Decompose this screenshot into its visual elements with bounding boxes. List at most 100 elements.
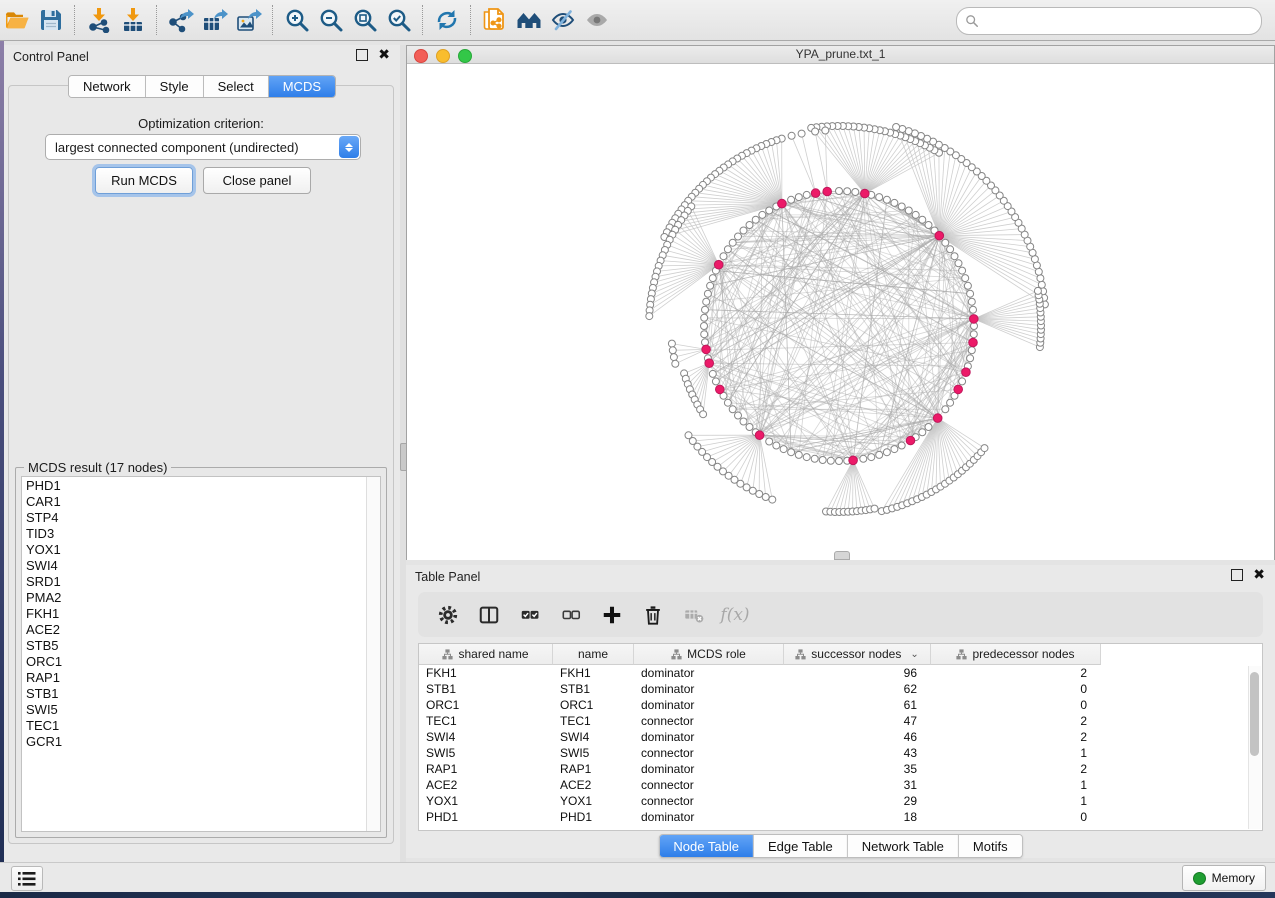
table-row[interactable]: FKH1FKH1dominator962 bbox=[419, 665, 1262, 681]
network-node[interactable] bbox=[746, 424, 753, 431]
network-node[interactable] bbox=[955, 260, 962, 267]
table-cell[interactable]: SWI4 bbox=[419, 730, 553, 744]
network-node[interactable] bbox=[798, 130, 805, 137]
network-node[interactable] bbox=[769, 496, 776, 503]
network-node[interactable] bbox=[942, 239, 949, 246]
float-panel-icon[interactable] bbox=[356, 49, 368, 61]
dominator-node[interactable] bbox=[970, 315, 979, 324]
network-node[interactable] bbox=[883, 196, 890, 203]
tab-select[interactable]: Select bbox=[204, 76, 269, 97]
table-cell[interactable]: SWI5 bbox=[419, 746, 553, 760]
table-scrollbar-thumb[interactable] bbox=[1250, 672, 1259, 756]
network-node[interactable] bbox=[919, 429, 926, 436]
table-cell[interactable]: 31 bbox=[784, 778, 931, 792]
table-row[interactable]: RAP1RAP1dominator352 bbox=[419, 761, 1262, 777]
network-node[interactable] bbox=[925, 424, 932, 431]
network-node[interactable] bbox=[898, 203, 905, 210]
mcds-result-item[interactable]: SWI5 bbox=[26, 702, 367, 718]
dominator-node[interactable] bbox=[714, 260, 723, 269]
table-row[interactable]: SWI5SWI5connector431 bbox=[419, 745, 1262, 761]
table-cell[interactable]: RAP1 bbox=[419, 762, 553, 776]
result-list-scrollbar[interactable] bbox=[366, 477, 380, 831]
table-cell[interactable]: dominator bbox=[634, 810, 784, 824]
table-cell[interactable]: FKH1 bbox=[553, 666, 634, 680]
table-cell[interactable]: YOX1 bbox=[419, 794, 553, 808]
network-node[interactable] bbox=[811, 455, 818, 462]
table-row[interactable]: ORC1ORC1dominator610 bbox=[419, 697, 1262, 713]
network-node[interactable] bbox=[709, 275, 716, 282]
network-node[interactable] bbox=[724, 399, 731, 406]
table-cell[interactable]: 1 bbox=[931, 794, 1101, 808]
network-node[interactable] bbox=[712, 378, 719, 385]
table-cell[interactable]: 61 bbox=[784, 698, 931, 712]
network-node[interactable] bbox=[942, 406, 949, 413]
refresh-button[interactable] bbox=[430, 4, 464, 36]
table-cell[interactable]: YOX1 bbox=[553, 794, 634, 808]
table-row[interactable]: STB1STB1dominator620 bbox=[419, 681, 1262, 697]
search-input[interactable] bbox=[985, 13, 1253, 29]
show-graphics-details-button[interactable] bbox=[580, 4, 614, 36]
network-node[interactable] bbox=[1034, 287, 1041, 294]
network-node[interactable] bbox=[672, 360, 679, 367]
column-header-shared-name[interactable]: shared name bbox=[419, 644, 553, 665]
table-row[interactable]: ACE2ACE2connector311 bbox=[419, 777, 1262, 793]
dominator-node[interactable] bbox=[906, 436, 915, 445]
network-node[interactable] bbox=[968, 298, 975, 305]
network-node[interactable] bbox=[836, 458, 843, 465]
table-cell[interactable]: 62 bbox=[784, 682, 931, 696]
table-cell[interactable]: 46 bbox=[784, 730, 931, 744]
network-node[interactable] bbox=[1037, 275, 1044, 282]
table-cell[interactable]: ACE2 bbox=[553, 778, 634, 792]
network-node[interactable] bbox=[836, 188, 843, 195]
network-node[interactable] bbox=[1038, 281, 1045, 288]
mcds-result-item[interactable]: ACE2 bbox=[26, 622, 367, 638]
network-node[interactable] bbox=[827, 457, 834, 464]
network-node[interactable] bbox=[729, 406, 736, 413]
network-node[interactable] bbox=[795, 451, 802, 458]
table-cell[interactable]: RAP1 bbox=[553, 762, 634, 776]
mcds-result-item[interactable]: STB5 bbox=[26, 638, 367, 654]
tab-mcds[interactable]: MCDS bbox=[269, 76, 335, 97]
export-image-button[interactable] bbox=[232, 4, 266, 36]
window-minimize-traffic-light[interactable] bbox=[436, 49, 450, 63]
mcds-result-item[interactable]: SWI4 bbox=[26, 558, 367, 574]
network-node[interactable] bbox=[925, 222, 932, 229]
open-session-button[interactable] bbox=[0, 4, 34, 36]
table-cell[interactable]: 0 bbox=[931, 698, 1101, 712]
dominator-node[interactable] bbox=[705, 359, 714, 368]
network-node[interactable] bbox=[981, 445, 988, 452]
network-node[interactable] bbox=[959, 267, 966, 274]
birds-eye-overview-button[interactable] bbox=[512, 4, 546, 36]
mcds-result-item[interactable]: PMA2 bbox=[26, 590, 367, 606]
table-cell[interactable]: ORC1 bbox=[553, 698, 634, 712]
table-row[interactable]: PHD1PHD1dominator180 bbox=[419, 809, 1262, 825]
search-box[interactable] bbox=[956, 7, 1262, 35]
save-session-button[interactable] bbox=[34, 4, 68, 36]
node-table[interactable]: shared namenameMCDS rolesuccessor nodes⌄… bbox=[418, 643, 1263, 831]
export-table-button[interactable] bbox=[198, 4, 232, 36]
tab-style[interactable]: Style bbox=[146, 76, 204, 97]
window-close-traffic-light[interactable] bbox=[414, 49, 428, 63]
horizontal-splitter-handle[interactable] bbox=[834, 551, 850, 560]
network-node[interactable] bbox=[912, 211, 919, 218]
table-row[interactable]: YOX1YOX1connector291 bbox=[419, 793, 1262, 809]
add-row-button[interactable] bbox=[600, 603, 624, 627]
dominator-node[interactable] bbox=[849, 456, 858, 465]
table-cell[interactable]: ORC1 bbox=[419, 698, 553, 712]
select-all-button[interactable] bbox=[518, 603, 542, 627]
network-node[interactable] bbox=[756, 491, 763, 498]
zoom-out-button[interactable] bbox=[314, 4, 348, 36]
network-node[interactable] bbox=[860, 455, 867, 462]
table-cell[interactable]: 96 bbox=[784, 666, 931, 680]
network-node[interactable] bbox=[868, 454, 875, 461]
network-node[interactable] bbox=[700, 411, 707, 418]
network-node[interactable] bbox=[905, 207, 912, 214]
close-panel-button[interactable]: Close panel bbox=[203, 167, 311, 194]
network-node[interactable] bbox=[740, 227, 747, 234]
network-node[interactable] bbox=[962, 275, 969, 282]
network-node[interactable] bbox=[947, 246, 954, 253]
table-row[interactable]: SWI4SWI4dominator462 bbox=[419, 729, 1262, 745]
table-scrollbar[interactable] bbox=[1248, 666, 1261, 829]
network-node[interactable] bbox=[970, 331, 977, 338]
network-node[interactable] bbox=[819, 457, 826, 464]
